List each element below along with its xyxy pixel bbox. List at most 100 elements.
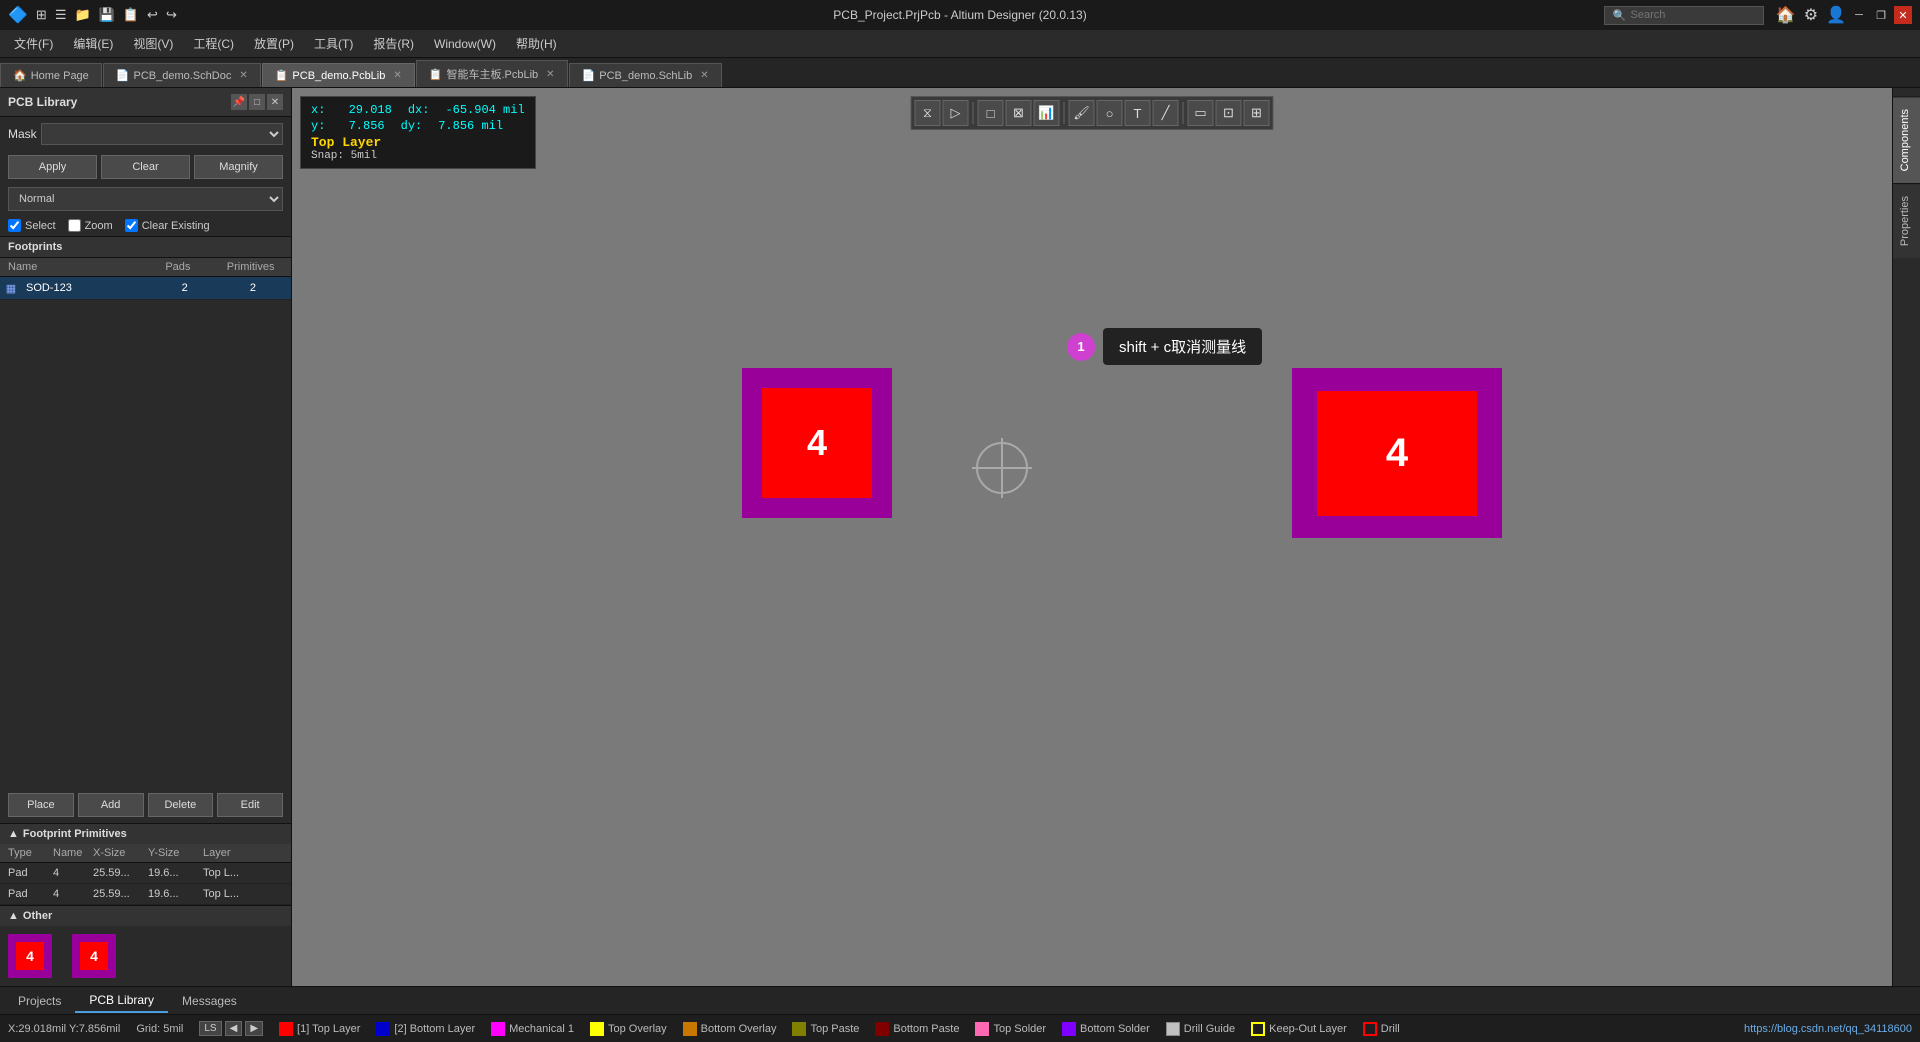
prim-layer-1: Top L... [199, 867, 287, 879]
primitives-header[interactable]: ▲ Footprint Primitives [0, 824, 291, 844]
menu-window[interactable]: Window(W) [424, 33, 506, 55]
zoom-checkbox-label[interactable]: Zoom [68, 219, 113, 232]
select-checkbox[interactable] [8, 219, 21, 232]
layer-bottom-paste[interactable]: Bottom Paste [875, 1022, 959, 1036]
menu-reports[interactable]: 报告(R) [363, 31, 424, 56]
mode-select[interactable]: Normal Explore List [8, 187, 283, 211]
home-icon[interactable]: 🏠 [1776, 5, 1796, 25]
search-input[interactable] [1631, 9, 1751, 21]
delete-button[interactable]: Delete [148, 793, 214, 817]
place-button[interactable]: Place [8, 793, 74, 817]
layer-drill-guide[interactable]: Drill Guide [1166, 1022, 1235, 1036]
tool-circle[interactable]: ○ [1097, 100, 1123, 126]
tab-close-schlib[interactable]: ✕ [700, 70, 708, 81]
bottom-tab-projects[interactable]: Projects [4, 990, 75, 1012]
clear-button[interactable]: Clear [101, 155, 190, 179]
tool-rect[interactable]: ▭ [1188, 100, 1214, 126]
tool-expand[interactable]: ⊞ [1244, 100, 1270, 126]
right-tab-components[interactable]: Components [1893, 96, 1920, 183]
layer-nav-left[interactable]: ◀ [225, 1021, 243, 1036]
other-header[interactable]: ▲ Other [0, 906, 291, 926]
tab-pcb-schdoc[interactable]: 📄 PCB_demo.SchDoc ✕ [103, 63, 261, 87]
bottom-tab-pcb-library[interactable]: PCB Library [75, 989, 168, 1013]
layer-mechanical[interactable]: Mechanical 1 [491, 1022, 574, 1036]
layer-top-paste[interactable]: Top Paste [792, 1022, 859, 1036]
minimize-button[interactable]: ─ [1850, 6, 1868, 24]
mini-pad-2[interactable]: 4 [72, 934, 116, 978]
close-button[interactable]: ✕ [1894, 6, 1912, 24]
clear-existing-checkbox[interactable] [125, 219, 138, 232]
panel-close-button[interactable]: ✕ [267, 94, 283, 110]
layer-bottom-overlay[interactable]: Bottom Overlay [683, 1022, 777, 1036]
panel-pin-button[interactable]: 📌 [231, 94, 247, 110]
layer-top-overlay[interactable]: Top Overlay [590, 1022, 667, 1036]
pcb-pad-left-outer[interactable]: 4 [742, 368, 892, 518]
bottom-tabs: Projects PCB Library Messages [0, 986, 1920, 1014]
add-button[interactable]: Add [78, 793, 144, 817]
tool-select[interactable]: □ [978, 100, 1004, 126]
tool-line[interactable]: ╱ [1153, 100, 1179, 126]
title-icon-undo[interactable]: ↩ [147, 7, 158, 23]
layer-top[interactable]: [1] Top Layer [279, 1022, 360, 1036]
user-icon[interactable]: 👤 [1826, 5, 1846, 25]
tool-bar-chart[interactable]: 📊 [1034, 100, 1060, 126]
edit-button[interactable]: Edit [217, 793, 283, 817]
mask-select[interactable] [41, 123, 283, 145]
menu-place[interactable]: 放置(P) [244, 31, 304, 56]
settings-icon[interactable]: ⚙ [1804, 5, 1818, 25]
tool-zoom-area[interactable]: ⊡ [1216, 100, 1242, 126]
menu-help[interactable]: 帮助(H) [506, 31, 567, 56]
prim-ysize-1: 19.6... [144, 867, 199, 879]
tab-close-zhicheng[interactable]: ✕ [546, 69, 554, 80]
tab-home-page[interactable]: 🏠 Home Page [0, 63, 102, 87]
tab-close-pcblib[interactable]: ✕ [393, 70, 401, 81]
panel-float-button[interactable]: □ [249, 94, 265, 110]
layer-label-botoverlay: Bottom Overlay [701, 1023, 777, 1035]
menu-project[interactable]: 工程(C) [183, 31, 244, 56]
tool-paint[interactable]: 🖌 [1069, 100, 1095, 126]
layer-bottom-solder[interactable]: Bottom Solder [1062, 1022, 1150, 1036]
tab-pcblib[interactable]: 📋 PCB_demo.PcbLib ✕ [262, 63, 415, 87]
mini-pad-1[interactable]: 4 [8, 934, 52, 978]
magnify-button[interactable]: Magnify [194, 155, 283, 179]
primitives-collapse-icon: ▲ [8, 828, 19, 840]
menu-view[interactable]: 视图(V) [123, 31, 183, 56]
bottom-tab-messages[interactable]: Messages [168, 990, 251, 1012]
tool-arrow-right[interactable]: ▷ [943, 100, 969, 126]
app-icon: 🔷 [8, 5, 28, 25]
tab-schlib[interactable]: 📄 PCB_demo.SchLib ✕ [569, 63, 722, 87]
layer-keepout[interactable]: Keep-Out Layer [1251, 1022, 1347, 1036]
pcb-pad-right-outer[interactable]: 4 [1292, 368, 1502, 538]
col-name-header: Name [4, 261, 142, 273]
layer-top-solder[interactable]: Top Solder [975, 1022, 1046, 1036]
layer-nav-prev[interactable]: LS [199, 1021, 221, 1036]
tool-text[interactable]: T [1125, 100, 1151, 126]
tool-filter[interactable]: ⧖ [915, 100, 941, 126]
layer-bottom[interactable]: [2] Bottom Layer [376, 1022, 475, 1036]
layer-color-botpaste [875, 1022, 889, 1036]
tool-area[interactable]: ⊠ [1006, 100, 1032, 126]
right-tab-properties[interactable]: Properties [1893, 183, 1920, 258]
table-row[interactable]: ▦ SOD-123 2 2 [0, 277, 291, 300]
menu-file[interactable]: 文件(F) [4, 31, 63, 56]
apply-button[interactable]: Apply [8, 155, 97, 179]
tab-zhicheng[interactable]: 📋 智能车主板.PcbLib ✕ [416, 60, 568, 87]
restore-button[interactable]: ❐ [1872, 6, 1890, 24]
layer-drill[interactable]: Drill [1363, 1022, 1400, 1036]
menu-tools[interactable]: 工具(T) [304, 31, 363, 56]
mask-row: Mask [0, 117, 291, 151]
clear-existing-checkbox-label[interactable]: Clear Existing [125, 219, 210, 232]
layer-nav-right[interactable]: ▶ [245, 1021, 263, 1036]
primitive-row-2[interactable]: Pad 4 25.59... 19.6... Top L... [0, 884, 291, 905]
footprints-table-header: Name Pads Primitives [0, 258, 291, 277]
title-icon-redo[interactable]: ↪ [166, 7, 177, 23]
tab-close-schdoc[interactable]: ✕ [239, 70, 247, 81]
panel-header-buttons: 📌 □ ✕ [231, 94, 283, 110]
canvas-area[interactable]: x: 29.018 dx: -65.904 mil y: 7.856 dy: 7… [292, 88, 1892, 986]
status-url[interactable]: https://blog.csdn.net/qq_34118600 [1744, 1023, 1912, 1035]
zoom-checkbox[interactable] [68, 219, 81, 232]
menu-edit[interactable]: 编辑(E) [63, 31, 123, 56]
search-box[interactable]: 🔍 [1604, 6, 1764, 25]
primitive-row-1[interactable]: Pad 4 25.59... 19.6... Top L... [0, 863, 291, 884]
select-checkbox-label[interactable]: Select [8, 219, 56, 232]
